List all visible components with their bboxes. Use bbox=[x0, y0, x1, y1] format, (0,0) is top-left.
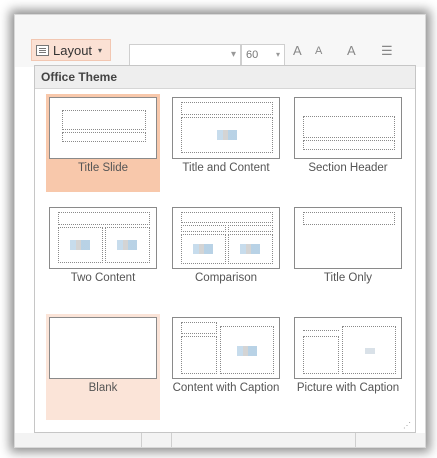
comparison-thumbnail-icon bbox=[172, 207, 280, 269]
layout-tile-two-content[interactable]: Two Content bbox=[46, 204, 160, 302]
font-size-value: 60 bbox=[246, 49, 259, 61]
layout-dropdown-window: Layout ▾ ▾ 60 ▾ A A A ☰ Office Theme Tit… bbox=[14, 14, 426, 448]
layout-tile-label: Content with Caption bbox=[172, 382, 280, 394]
chevron-down-icon: ▾ bbox=[98, 45, 103, 55]
layout-icon bbox=[36, 44, 49, 56]
font-size-dropdown[interactable]: 60 ▾ bbox=[241, 44, 285, 66]
layout-tile-label: Section Header bbox=[308, 162, 388, 174]
layout-gallery: Office Theme Title Slide Title and Conte… bbox=[34, 65, 416, 433]
layout-tile-label: Comparison bbox=[195, 272, 257, 284]
slide-area-edge bbox=[15, 433, 425, 447]
layout-tile-label: Blank bbox=[88, 382, 118, 394]
layout-tile-label: Title Only bbox=[323, 272, 373, 284]
divider bbox=[141, 433, 142, 447]
layout-tile-label: Title Slide bbox=[77, 162, 129, 174]
gallery-header: Office Theme bbox=[35, 66, 415, 89]
layout-tile-section-header[interactable]: Section Header bbox=[291, 94, 405, 192]
layout-tile-comparison[interactable]: Comparison bbox=[169, 204, 283, 302]
shrink-font-icon[interactable]: A bbox=[315, 45, 322, 57]
title-only-thumbnail-icon bbox=[294, 207, 402, 269]
title-and-content-thumbnail-icon bbox=[172, 97, 280, 159]
chevron-down-icon: ▾ bbox=[275, 50, 280, 59]
grow-font-icon[interactable]: A bbox=[293, 43, 302, 58]
content-with-caption-thumbnail-icon bbox=[172, 317, 280, 379]
layout-tile-label: Title and Content bbox=[182, 162, 270, 174]
layout-tile-title-only[interactable]: Title Only bbox=[291, 204, 405, 302]
ribbon-toolbar: Layout ▾ ▾ 60 ▾ A A A ☰ bbox=[15, 15, 425, 67]
layout-tile-title-slide[interactable]: Title Slide bbox=[46, 94, 160, 192]
bullets-icon[interactable]: ☰ bbox=[381, 43, 393, 59]
divider bbox=[171, 433, 172, 447]
divider bbox=[355, 433, 356, 447]
section-header-thumbnail-icon bbox=[294, 97, 402, 159]
layout-tile-content-with-caption[interactable]: Content with Caption bbox=[169, 314, 283, 420]
clear-formatting-icon[interactable]: A bbox=[347, 43, 356, 58]
font-name-dropdown[interactable]: ▾ bbox=[129, 44, 241, 66]
layout-tile-blank[interactable]: Blank bbox=[46, 314, 160, 420]
layout-button-label: Layout bbox=[53, 42, 93, 58]
layout-button[interactable]: Layout ▾ bbox=[31, 39, 111, 61]
picture-with-caption-thumbnail-icon bbox=[294, 317, 402, 379]
layout-tile-title-and-content[interactable]: Title and Content bbox=[169, 94, 283, 192]
layout-tile-label: Picture with Caption bbox=[296, 382, 400, 394]
title-slide-thumbnail-icon bbox=[49, 97, 157, 159]
two-content-thumbnail-icon bbox=[49, 207, 157, 269]
layout-tile-label: Two Content bbox=[70, 272, 136, 284]
resize-grip-icon[interactable]: ⋰ bbox=[403, 421, 411, 430]
blank-thumbnail-icon bbox=[49, 317, 157, 379]
layout-tile-picture-with-caption[interactable]: Picture with Caption bbox=[291, 314, 405, 420]
